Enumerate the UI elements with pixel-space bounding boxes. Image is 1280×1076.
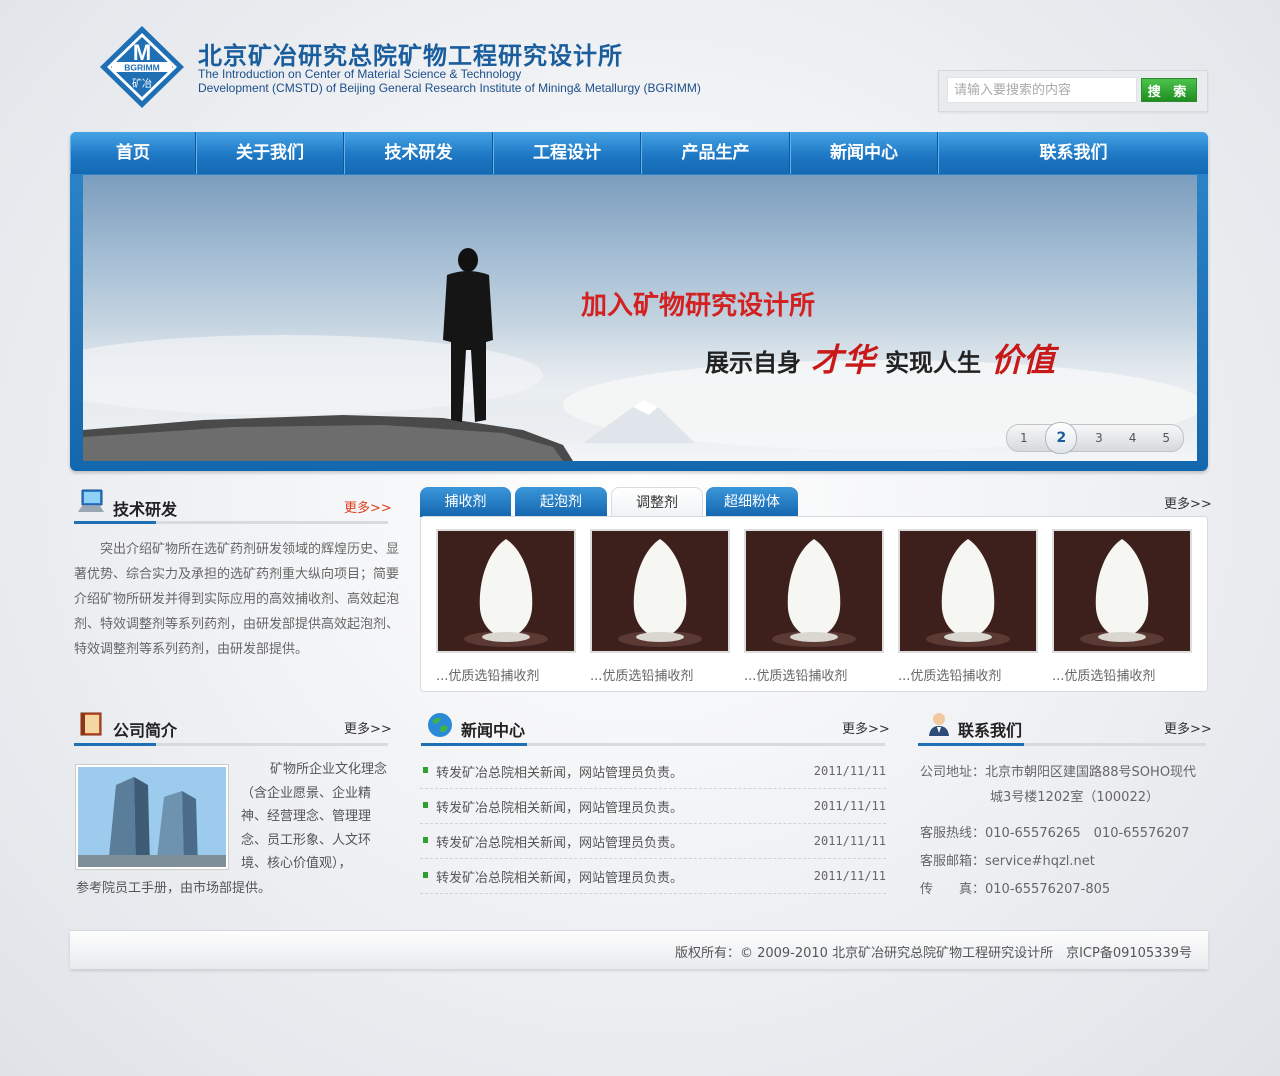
product-image[interactable] <box>590 529 730 653</box>
site-logo[interactable]: BGRIMM M 矿冶 <box>98 24 186 110</box>
products-more-link[interactable]: 更多>> <box>1164 493 1212 512</box>
company-description: 矿物所企业文化理念（含企业愿景、企业精神、经营理念、管理理念、员工形象、人文环境… <box>241 762 388 872</box>
nav-research[interactable]: 技术研发 <box>344 132 493 174</box>
contact-address-line2: 城3号楼1202室（100022） <box>990 790 1159 805</box>
product-image[interactable] <box>436 529 576 653</box>
contact-address-line1: 北京市朝阳区建国路88号SOHO现代 <box>985 765 1197 780</box>
news-more-link[interactable]: 更多>> <box>842 718 890 737</box>
news-bullet-icon <box>423 802 428 808</box>
company-more-link[interactable]: 更多>> <box>344 718 392 737</box>
nav-production[interactable]: 产品生产 <box>641 132 790 174</box>
nav-about[interactable]: 关于我们 <box>196 132 344 174</box>
news-bullet-icon <box>423 767 428 773</box>
news-item[interactable]: 转发矿冶总院相关新闻，网站管理员负责。 2011/11/11 <box>420 823 886 859</box>
product-caption[interactable]: ...优质选铅捕收剂 <box>590 665 730 684</box>
search-input[interactable] <box>947 77 1137 103</box>
product-card[interactable]: ...优质选铅捕收剂 <box>590 529 730 684</box>
contact-fax: 传 真：010-65576207-805 <box>920 882 1111 897</box>
banner-tagline: 展示自身 才华 实现人生 价值 <box>705 335 1065 381</box>
logo-text-cn: 矿冶 <box>132 77 152 90</box>
banner-tagline-highlight2: 价值 <box>991 341 1056 379</box>
news-item-date: 2011/11/11 <box>813 799 886 813</box>
product-image[interactable] <box>1052 529 1192 653</box>
product-caption[interactable]: ...优质选铅捕收剂 <box>744 665 884 684</box>
main-nav: 首页 关于我们 技术研发 工程设计 产品生产 新闻中心 联系我们 <box>70 132 1208 174</box>
nav-engineering[interactable]: 工程设计 <box>493 132 641 174</box>
news-item[interactable]: 转发矿冶总院相关新闻，网站管理员负责。 2011/11/11 <box>420 788 886 824</box>
company-description-tail: 参考院员工手册，由市场部提供。 <box>76 881 272 896</box>
contact-address-label: 公司地址： <box>920 765 986 780</box>
product-caption[interactable]: ...优质选铅捕收剂 <box>1052 665 1192 684</box>
news-item-date: 2011/11/11 <box>813 834 886 848</box>
news-item-title[interactable]: 转发矿冶总院相关新闻，网站管理员负责。 <box>436 832 683 851</box>
news-item-date: 2011/11/11 <box>813 764 886 778</box>
news-divider <box>421 743 885 746</box>
contact-person-icon <box>926 711 952 741</box>
tab-collector[interactable]: 捕收剂 <box>420 487 511 517</box>
product-card[interactable]: ...优质选铅捕收剂 <box>1052 529 1192 684</box>
contact-email[interactable]: 客服邮箱：service#hqzl.net <box>920 850 1095 869</box>
tech-more-link[interactable]: 更多>> <box>344 497 392 516</box>
nav-news[interactable]: 新闻中心 <box>790 132 938 174</box>
site-subtitle-line2: Development (CMSTD) of Beijing General R… <box>198 81 701 95</box>
tech-description: 突出介绍矿物所在选矿药剂研发领域的辉煌历史、显著优势、综合实力及承担的选矿药剂重… <box>74 542 400 657</box>
news-bullet-icon <box>423 872 428 878</box>
news-item-date: 2011/11/11 <box>813 869 886 883</box>
banner-pager: 1 2 3 4 5 <box>1006 422 1184 454</box>
pager-item-4[interactable]: 4 <box>1121 431 1145 445</box>
banner-headline: 加入矿物研究设计所 <box>581 291 816 321</box>
news-bullet-icon <box>423 837 428 843</box>
contact-more-link[interactable]: 更多>> <box>1164 718 1212 737</box>
tab-regulator[interactable]: 调整剂 <box>611 487 703 519</box>
news-item-title[interactable]: 转发矿冶总院相关新闻，网站管理员负责。 <box>436 797 683 816</box>
book-icon <box>78 710 106 742</box>
news-title: 新闻中心 <box>461 721 526 740</box>
product-image[interactable] <box>898 529 1038 653</box>
search-button[interactable]: 搜 索 <box>1141 78 1197 102</box>
product-card[interactable]: ...优质选铅捕收剂 <box>436 529 576 684</box>
contact-address: 公司地址：北京市朝阳区建国路88号SOHO现代 <box>920 761 1196 780</box>
banner-tagline-part2: 实现人生 <box>885 349 982 377</box>
globe-icon <box>427 712 453 742</box>
logo-letter: M <box>133 40 151 65</box>
product-image[interactable] <box>744 529 884 653</box>
company-divider <box>74 743 388 746</box>
tab-frother[interactable]: 起泡剂 <box>515 487 607 517</box>
product-caption[interactable]: ...优质选铅捕收剂 <box>898 665 1038 684</box>
tech-divider <box>74 521 388 524</box>
tech-title: 技术研发 <box>113 500 178 519</box>
company-title: 公司简介 <box>113 721 178 740</box>
hero-banner[interactable]: 加入矿物研究设计所 展示自身 才华 实现人生 价值 <box>83 175 1197 461</box>
banner-tagline-part1: 展示自身 <box>705 349 801 377</box>
news-item[interactable]: 转发矿冶总院相关新闻，网站管理员负责。 2011/11/11 <box>420 858 886 894</box>
computer-icon <box>76 488 106 520</box>
banner-tagline-highlight1: 才华 <box>811 341 876 379</box>
product-card[interactable]: ...优质选铅捕收剂 <box>898 529 1038 684</box>
footer: 版权所有：© 2009-2010 北京矿冶研究总院矿物工程研究设计所 京ICP备… <box>70 930 1208 969</box>
news-item-title[interactable]: 转发矿冶总院相关新闻，网站管理员负责。 <box>436 762 683 781</box>
news-item[interactable]: 转发矿冶总院相关新闻，网站管理员负责。 2011/11/11 <box>420 753 886 789</box>
company-building-photo <box>75 764 229 870</box>
nav-contact[interactable]: 联系我们 <box>938 132 1208 174</box>
site-subtitle-line1: The Introduction on Center of Material S… <box>198 67 522 81</box>
product-caption[interactable]: ...优质选铅捕收剂 <box>436 665 576 684</box>
pager-item-1[interactable]: 1 <box>1012 431 1036 445</box>
product-card[interactable]: ...优质选铅捕收剂 <box>744 529 884 684</box>
site-title: 北京矿冶研究总院矿物工程研究设计所 <box>198 42 623 70</box>
tab-ultrafine-powder[interactable]: 超细粉体 <box>706 487 798 517</box>
search-box: 搜 索 <box>938 70 1208 112</box>
footer-copyright: 版权所有：© 2009-2010 北京矿冶研究总院矿物工程研究设计所 京ICP备… <box>674 946 1192 961</box>
pager-item-3[interactable]: 3 <box>1087 431 1111 445</box>
contact-divider <box>918 743 1206 746</box>
news-item-title[interactable]: 转发矿冶总院相关新闻，网站管理员负责。 <box>436 867 683 886</box>
nav-home[interactable]: 首页 <box>70 132 196 174</box>
contact-hotline: 客服热线：010-65576265 010-65576207 <box>920 826 1190 841</box>
pager-item-2[interactable]: 2 <box>1045 422 1078 454</box>
pager-item-5[interactable]: 5 <box>1154 431 1178 445</box>
contact-title: 联系我们 <box>958 721 1023 740</box>
